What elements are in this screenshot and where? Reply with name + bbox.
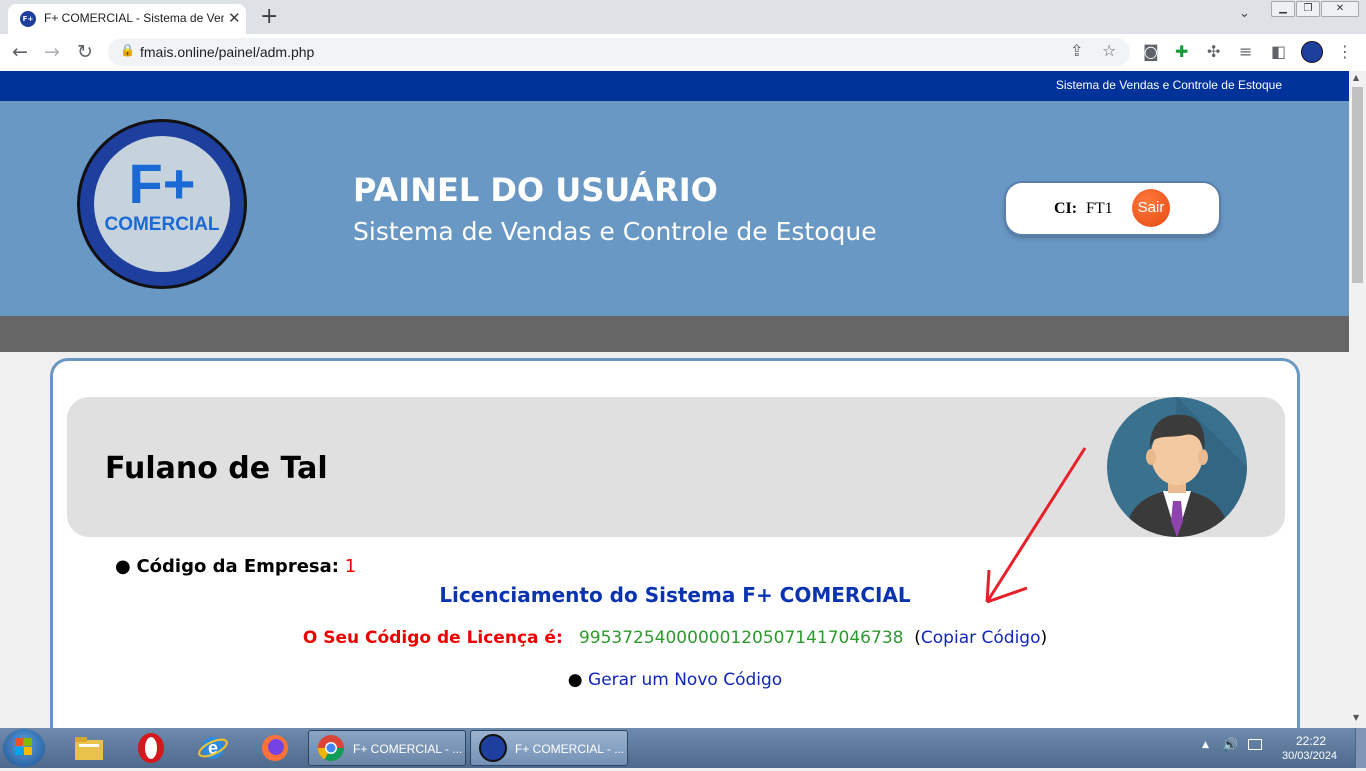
license-title: Licenciamento do Sistema F+ COMERCIAL [439, 583, 911, 607]
ci-badge: CI: FT1 Sair [1006, 183, 1219, 234]
top-strip: Sistema de Vendas e Controle de Estoque [0, 71, 1349, 101]
copy-code-link[interactable]: Copiar Código [921, 628, 1041, 648]
copy-paren-close: ) [1040, 628, 1048, 648]
page-subtitle: Sistema de Vendas e Controle de Estoque [353, 217, 877, 246]
new-tab-button[interactable]: + [260, 4, 278, 29]
bullet: ● [115, 556, 137, 577]
show-desktop-button[interactable] [1355, 728, 1366, 768]
volume-icon[interactable]: 🔊 [1222, 738, 1238, 753]
clock-date[interactable]: 30/03/2024 [1282, 750, 1337, 762]
browser-tab-strip: F+ F+ COMERCIAL - Sistema de Vendas e Co… [0, 0, 1366, 34]
extensions-puzzle-icon[interactable]: ✣ [1207, 42, 1220, 61]
reload-icon[interactable]: ↻ [77, 41, 93, 63]
scroll-up-icon[interactable]: ▲ [1353, 73, 1359, 82]
tab-title: F+ COMERCIAL - Sistema de Vendas e Contr… [44, 11, 224, 25]
avatar [1107, 397, 1247, 537]
share-icon[interactable]: ⇪ [1070, 41, 1083, 60]
network-icon[interactable] [1248, 739, 1262, 750]
user-card: Fulano de Tal ● Código da Empresa: 1 Lic… [50, 358, 1300, 758]
extension-plus-icon[interactable]: ✚ [1175, 42, 1188, 61]
side-panel-icon[interactable]: ◧ [1271, 42, 1286, 61]
clock-time[interactable]: 22:22 [1296, 734, 1326, 748]
browser-tab[interactable]: F+ F+ COMERCIAL - Sistema de Vendas e Co… [8, 4, 246, 34]
taskbar-chrome-window[interactable]: F+ COMERCIAL - ... [308, 730, 466, 766]
ci-value: FT1 [1086, 200, 1113, 217]
hero-header: F+ COMERCIAL PAINEL DO USUÁRIO Sistema d… [0, 101, 1349, 316]
media-queue-icon[interactable]: ≡ [1239, 42, 1252, 61]
taskbar-app-window[interactable]: F+ COMERCIAL - ... [470, 730, 628, 766]
menu-kebab-icon[interactable]: ⋮ [1337, 42, 1353, 61]
empresa-value: 1 [344, 556, 357, 577]
license-label: O Seu Código de Licença é: [302, 628, 563, 648]
copy-paren-open: ( [914, 628, 921, 648]
empresa-row: ● Código da Empresa: 1 [115, 556, 356, 577]
nav-bar [0, 316, 1349, 352]
tab-search-icon[interactable]: ⌄ [1239, 6, 1250, 21]
task-label: F+ COMERCIAL - ... [353, 742, 463, 756]
lock-icon[interactable]: 🔒 [120, 43, 135, 57]
logo-comercial-text: COMERCIAL [104, 214, 220, 235]
internet-explorer-icon[interactable]: e [197, 732, 229, 764]
page-scrollbar[interactable]: ▲ ▼ [1349, 71, 1366, 728]
ci-label: CI: [1054, 200, 1078, 217]
camera-icon[interactable]: ◙ [1143, 42, 1159, 61]
forward-icon[interactable]: → [44, 41, 60, 63]
user-name: Fulano de Tal [105, 451, 328, 486]
scroll-down-icon[interactable]: ▼ [1353, 713, 1359, 722]
start-button[interactable] [3, 729, 45, 767]
minimize-button[interactable]: ▁ [1271, 1, 1295, 17]
logo-fplus-text: F+ [128, 152, 196, 215]
license-code: 995372540000001205071417046738 [578, 628, 904, 648]
firefox-icon[interactable] [259, 732, 291, 764]
close-tab-icon[interactable]: ✕ [228, 9, 241, 27]
logout-button[interactable]: Sair [1132, 189, 1170, 227]
file-explorer-icon[interactable] [73, 732, 105, 764]
bookmark-star-icon[interactable]: ☆ [1102, 41, 1116, 60]
page-title: PAINEL DO USUÁRIO [353, 171, 718, 209]
favicon-icon: F+ [20, 11, 36, 27]
task-label: F+ COMERCIAL - ... [515, 742, 625, 756]
new-code-link[interactable]: Gerar um Novo Código [588, 670, 782, 690]
empresa-label: Código da Empresa: [136, 556, 339, 577]
url-text[interactable]: fmais.online/painel/adm.php [140, 44, 314, 60]
close-window-button[interactable]: ✕ [1321, 1, 1359, 17]
tray-expand-icon[interactable]: ▲ [1202, 740, 1209, 750]
annotation-arrow-icon [985, 447, 1087, 604]
browser-toolbar: ← → ↻ 🔒 fmais.online/painel/adm.php ⇪ ☆ … [0, 34, 1366, 72]
chrome-icon [317, 735, 345, 762]
back-icon[interactable]: ← [12, 41, 28, 63]
restore-button[interactable]: ❐ [1296, 1, 1320, 17]
taskbar: e F+ COMERCIAL - ... F+ COMERCIAL - ... … [0, 728, 1366, 768]
logo-inner: F+ COMERCIAL [94, 136, 230, 272]
license-row: O Seu Código de Licença é: 9953725400000… [53, 628, 1297, 648]
topstrip-text: Sistema de Vendas e Controle de Estoque [1055, 78, 1282, 92]
opera-icon[interactable] [135, 732, 167, 764]
user-panel: Fulano de Tal [67, 397, 1285, 537]
windows-logo-icon [15, 738, 32, 755]
scroll-thumb[interactable] [1352, 87, 1363, 283]
new-code-row: ● Gerar um Novo Código [53, 670, 1297, 690]
fplus-logo: F+ COMERCIAL [77, 119, 247, 289]
profile-avatar-icon[interactable] [1301, 41, 1323, 63]
fplus-app-icon [479, 734, 507, 762]
address-bar[interactable]: 🔒 fmais.online/painel/adm.php ⇪ ☆ [108, 38, 1130, 66]
user-avatar-icon [1125, 397, 1247, 537]
bullet: ● [567, 670, 589, 690]
